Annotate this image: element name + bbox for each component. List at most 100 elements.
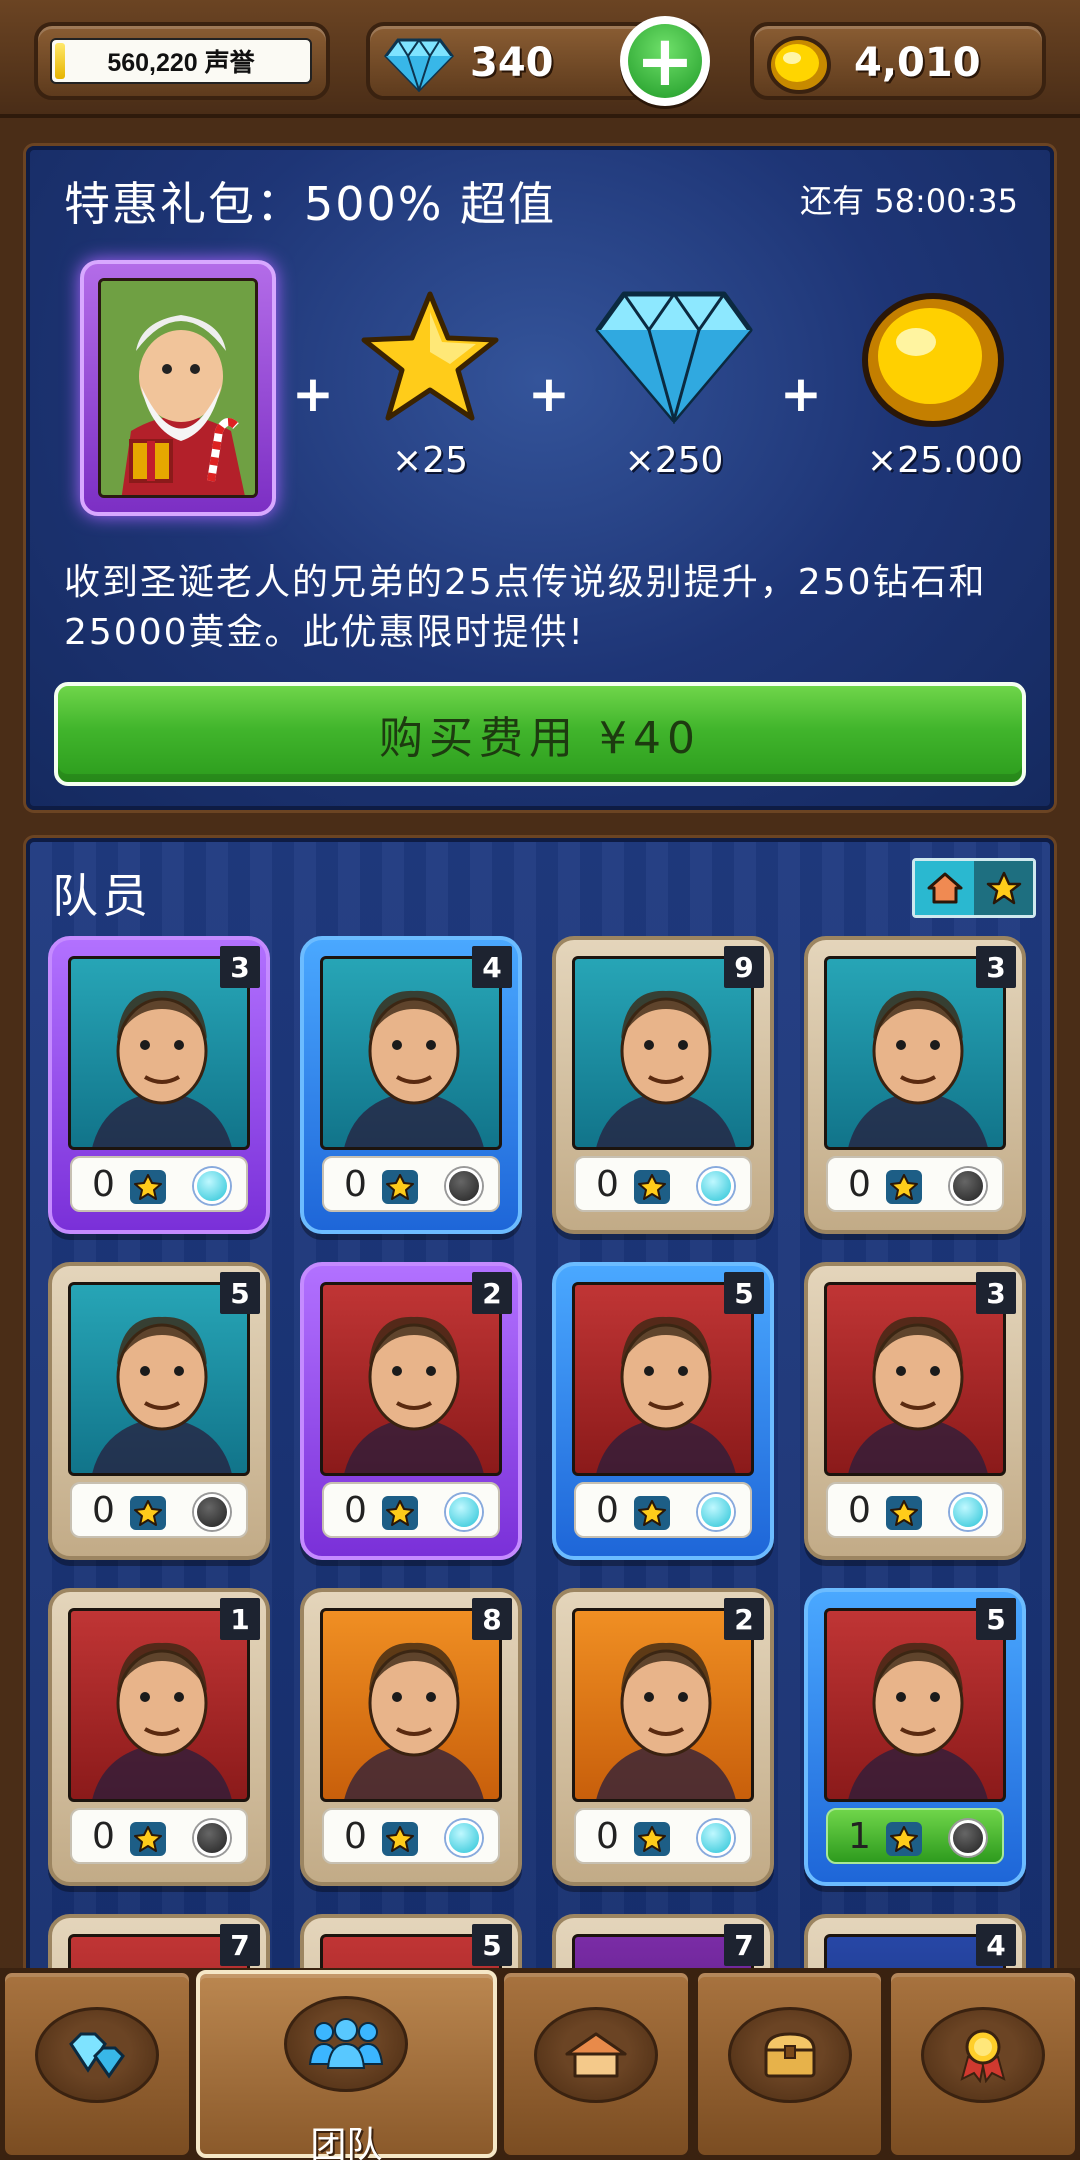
tab-achievements[interactable] (888, 1970, 1079, 2158)
status-orb-icon (950, 1820, 986, 1856)
buy-button[interactable]: 购买费用 ¥40 (54, 682, 1026, 786)
status-orb-icon (698, 1494, 734, 1530)
sort-toggle[interactable] (912, 858, 1036, 918)
nav-disc (727, 2007, 852, 2103)
crew-member-level: 2 (724, 1598, 764, 1640)
reputation-meter: 560,220 声誉 (50, 38, 312, 84)
crew-panel: 队员 3040903050205030108020517574 (26, 838, 1054, 1978)
crew-member-stat-bar: 0 (322, 1156, 500, 1212)
crew-member-card[interactable]: 50 (48, 1262, 270, 1560)
status-orb-icon (446, 1494, 482, 1530)
gems-value: 340 (470, 40, 554, 86)
crew-member-star-count: 0 (344, 1816, 367, 1857)
crew-member-stat-bar: 0 (322, 1482, 500, 1538)
gem-qty: ×250 (624, 440, 724, 481)
status-orb-icon (446, 1168, 482, 1204)
gold-box[interactable]: 4,010 (750, 22, 1046, 100)
crew-member-stat-bar: 0 (70, 1482, 248, 1538)
crew-member-star-count: 0 (848, 1164, 871, 1205)
crew-member-star-count: 0 (92, 1816, 115, 1857)
crew-member-level: 5 (220, 1272, 260, 1314)
crew-member-level: 5 (472, 1924, 512, 1966)
crew-member-level: 9 (724, 946, 764, 988)
resource-bar: 560,220 声誉 340 + 4,010 (0, 0, 1080, 118)
tab-buildings[interactable] (501, 1970, 691, 2158)
add-gems-button[interactable]: + (620, 16, 710, 106)
crew-member-star-count: 0 (92, 1490, 115, 1531)
tab-shop[interactable] (2, 1970, 192, 2158)
crew-member-card[interactable]: 30 (804, 1262, 1026, 1560)
crew-member-stat-bar: 0 (826, 1156, 1004, 1212)
nav-disc (34, 2007, 159, 2103)
crew-member-card[interactable]: 30 (48, 936, 270, 1234)
plus-sign: + (292, 365, 334, 423)
gem-icon (384, 38, 454, 92)
crew-member-star-count: 0 (596, 1490, 619, 1531)
crew-member-card[interactable]: 30 (804, 936, 1026, 1234)
crew-member-card[interactable]: 50 (552, 1262, 774, 1560)
crew-member-level: 1 (220, 1598, 260, 1640)
plus-sign: + (528, 365, 570, 423)
offer-title: 特惠礼包：500% 超值 (64, 177, 557, 231)
crew-member-star-count: 0 (596, 1164, 619, 1205)
star-icon (361, 291, 499, 421)
nav-disc (284, 1996, 409, 2092)
offer-timer: 还有 58:00:35 (800, 182, 1018, 220)
crew-member-card[interactable]: 20 (300, 1262, 522, 1560)
crew-member-card[interactable]: 80 (300, 1588, 522, 1886)
crew-member-stat-bar: 0 (70, 1156, 248, 1212)
coin-icon (862, 293, 1004, 427)
star-icon (130, 1496, 166, 1530)
tab-team[interactable]: 团队 (195, 1970, 498, 2160)
crew-member-level: 3 (976, 1272, 1016, 1314)
crew-member-card[interactable]: 51 (804, 1588, 1026, 1886)
tab-chests[interactable] (694, 1970, 885, 2158)
reputation-box: 560,220 声誉 (34, 22, 330, 100)
crew-member-card[interactable]: 90 (552, 936, 774, 1234)
star-qty: ×25 (392, 440, 468, 481)
crew-member-stat-bar: 0 (826, 1482, 1004, 1538)
crew-member-star-count: 0 (92, 1164, 115, 1205)
status-orb-icon (194, 1494, 230, 1530)
star-icon (382, 1170, 418, 1204)
bottom-navigation: 团队 (0, 1968, 1080, 2160)
coin-icon (767, 36, 831, 94)
crew-member-star-count: 0 (596, 1816, 619, 1857)
crew-member-star-count: 0 (848, 1490, 871, 1531)
reputation-fill (55, 43, 65, 79)
crew-title: 队员 (52, 869, 152, 923)
star-icon (886, 1170, 922, 1204)
tab-team-label: 团队 (310, 2125, 383, 2160)
nav-disc (921, 2007, 1046, 2103)
star-icon (634, 1496, 670, 1530)
star-icon (986, 871, 1021, 905)
crew-member-card[interactable]: 40 (300, 936, 522, 1234)
crew-member-star-count: 0 (344, 1490, 367, 1531)
crew-member-card[interactable]: 10 (48, 1588, 270, 1886)
crew-member-stat-bar: 0 (322, 1808, 500, 1864)
sort-by-star-button[interactable] (974, 861, 1033, 915)
house-icon (565, 2032, 627, 2078)
status-orb-icon (194, 1820, 230, 1856)
team-icon (309, 2018, 384, 2069)
crew-member-stat-bar: 0 (70, 1808, 248, 1864)
sort-by-house-button[interactable] (915, 861, 974, 915)
santa-brother-portrait (98, 278, 258, 498)
star-icon (886, 1822, 922, 1856)
crew-member-stat-bar: 0 (574, 1482, 752, 1538)
status-orb-icon (950, 1494, 986, 1530)
star-icon (634, 1822, 670, 1856)
plus-icon: + (628, 24, 702, 98)
coin-qty: ×25.000 (866, 440, 1024, 481)
crew-member-star-count: 0 (344, 1164, 367, 1205)
crew-member-star-count: 1 (848, 1816, 871, 1857)
crew-member-level: 7 (724, 1924, 764, 1966)
crew-member-stat-bar: 0 (574, 1808, 752, 1864)
crew-member-level: 2 (472, 1272, 512, 1314)
gem-icon (595, 291, 753, 424)
crew-member-card[interactable]: 20 (552, 1588, 774, 1886)
crew-member-stat-bar: 0 (574, 1156, 752, 1212)
crew-member-level: 5 (976, 1598, 1016, 1640)
offer-hero-card (80, 260, 276, 516)
chest-icon (764, 2032, 816, 2078)
